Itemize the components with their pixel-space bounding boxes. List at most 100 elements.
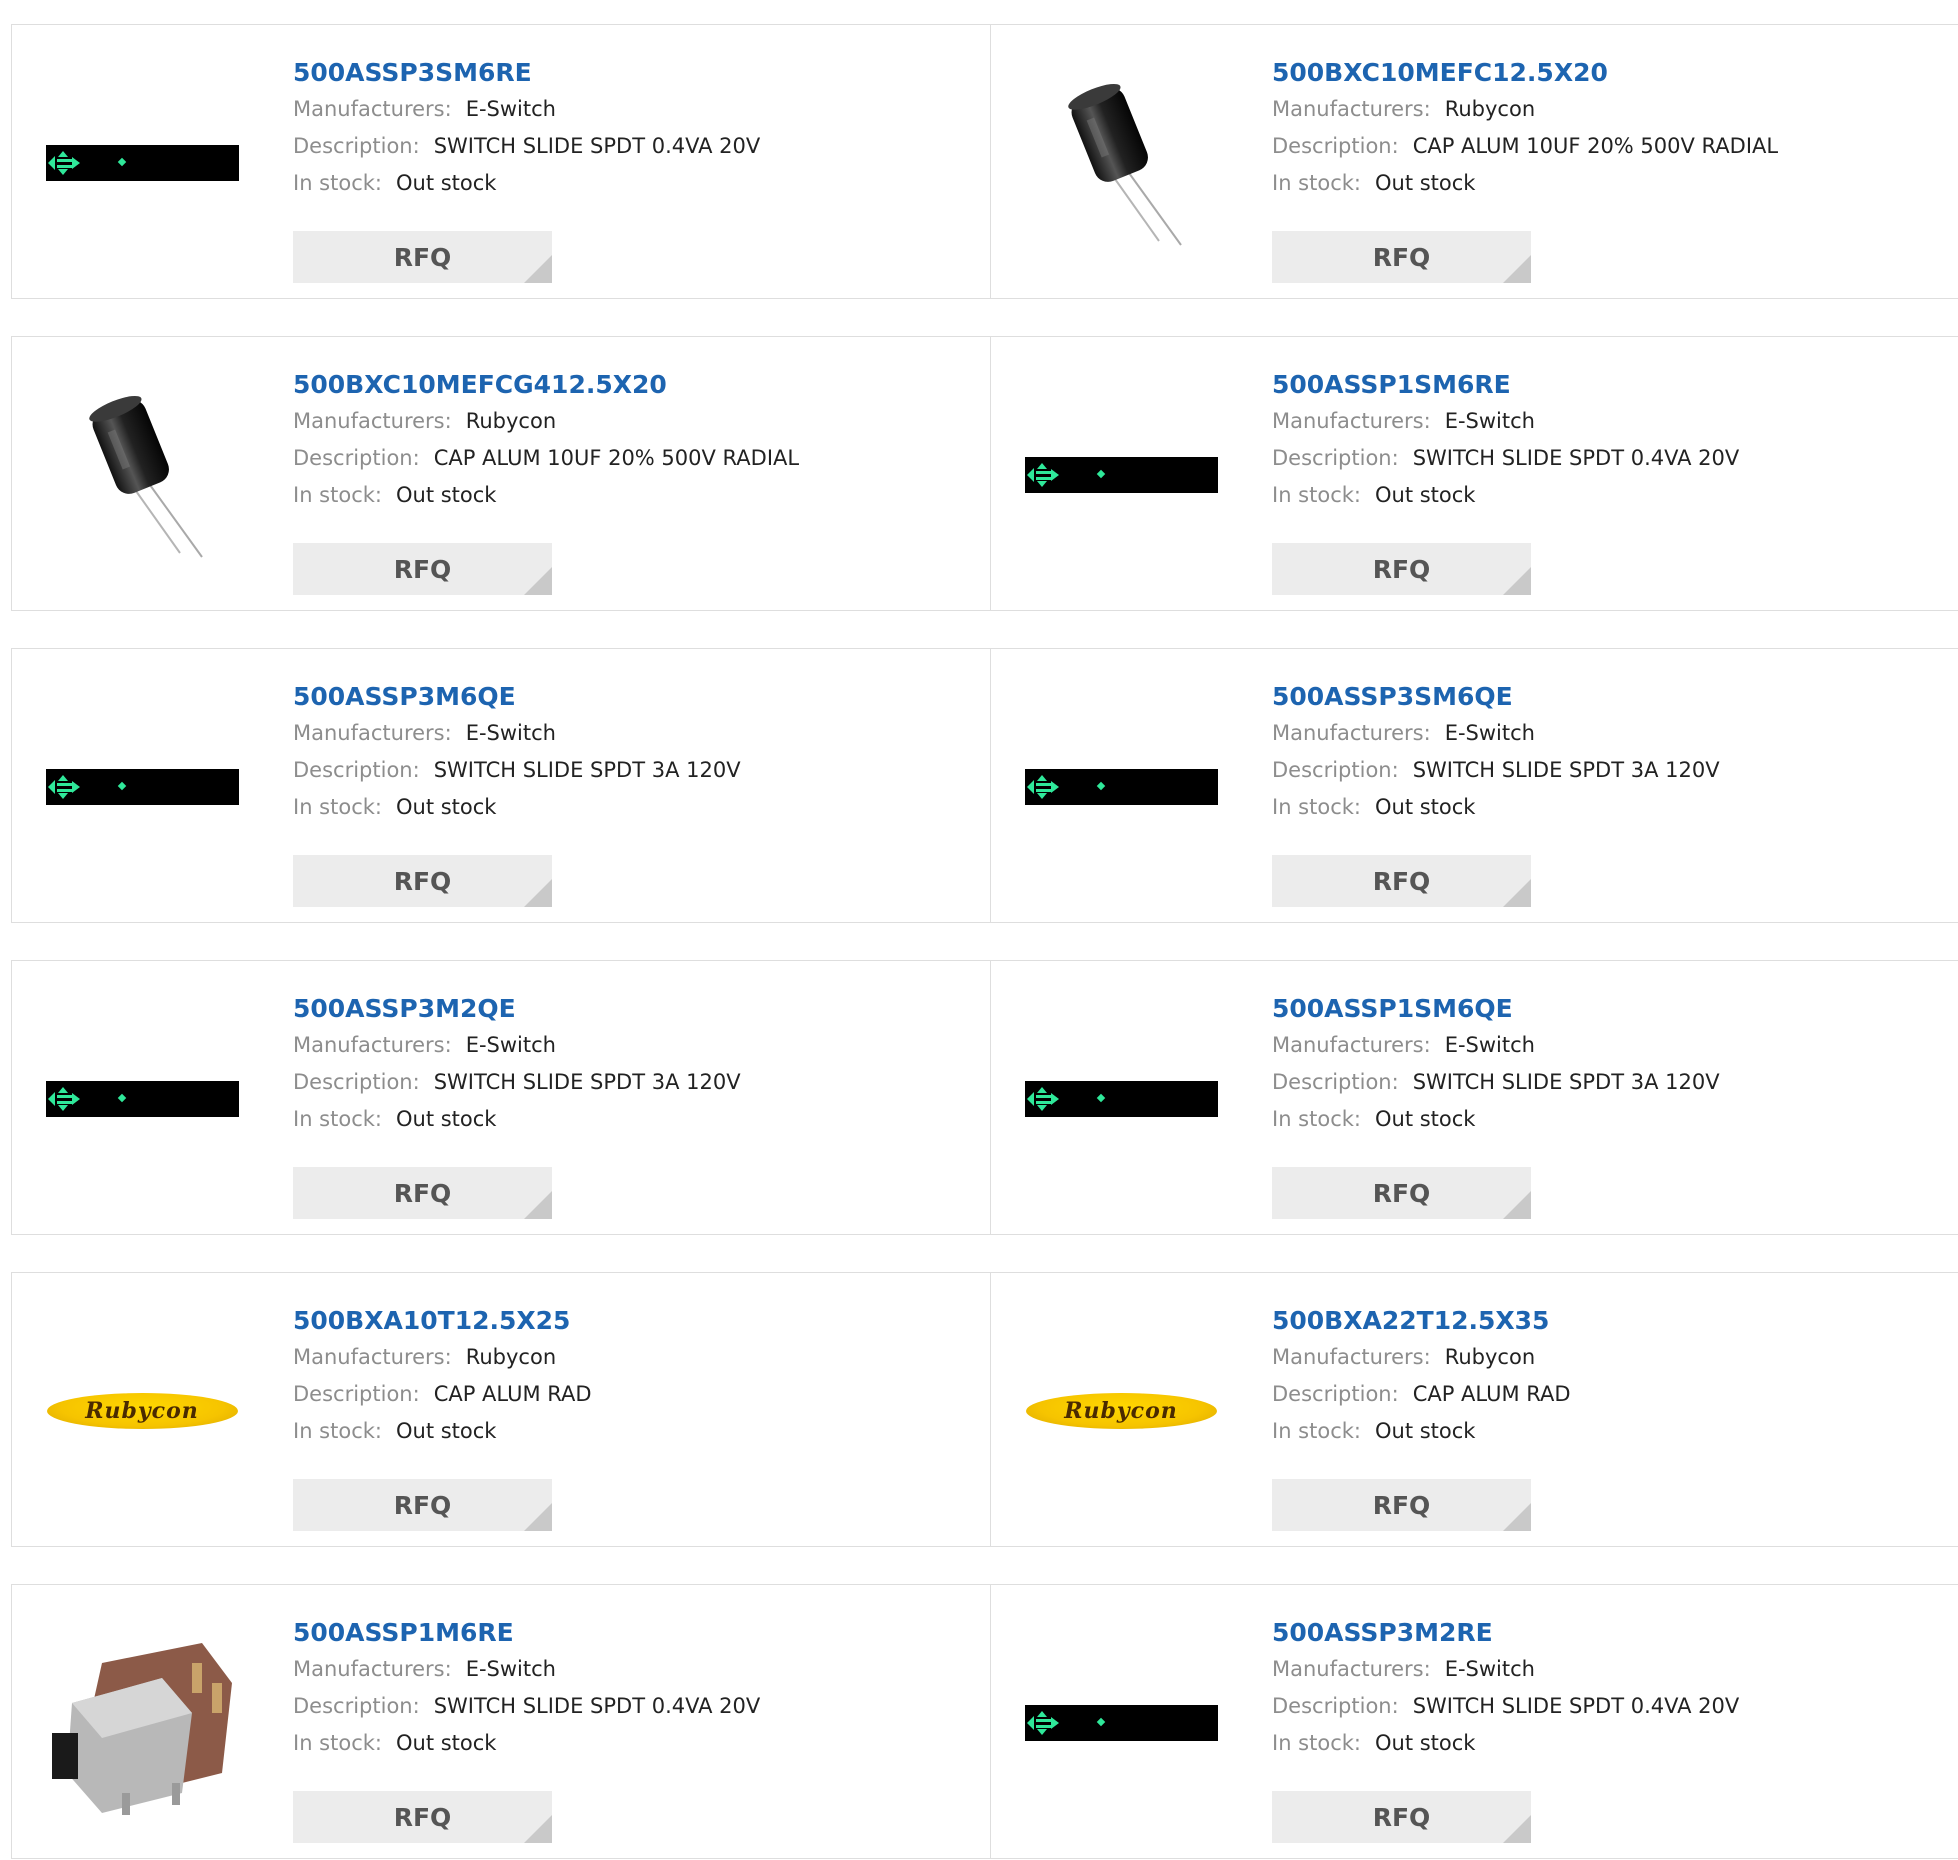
product-card: 500ASSP1SM6RE Manufacturers: E-Switch Descr… [991,337,1958,612]
description-line: Description: CAP ALUM RAD [1272,1376,1952,1413]
rfq-label: RFQ [1372,1802,1431,1832]
manufacturer-line: Manufacturers: Rubycon [293,403,973,440]
manufacturer-value: E-Switch [1444,721,1535,745]
part-number-link[interactable]: 500ASSP3M2RE [1272,1615,1952,1651]
part-number-link[interactable]: 500ASSP3SM6RE [293,55,973,91]
product-thumbnail[interactable] [1021,687,1221,887]
stock-status-value: Out stock [1374,1731,1476,1755]
description-label: Description: [293,1382,420,1406]
capacitor-image [1068,83,1182,246]
manufacturer-value: Rubycon [465,1345,557,1369]
rfq-button[interactable]: RFQ [1272,855,1531,907]
stock-status-label: In stock: [293,483,382,507]
slide-arrow-icon [47,775,80,799]
rfq-label: RFQ [1372,242,1431,272]
part-number-link[interactable]: 500ASSP1SM6RE [1272,367,1952,403]
rfq-button[interactable]: RFQ [293,1479,552,1531]
product-row: 500ASSP1M6RE Manufacturers: E-Switch Descri… [11,1584,1958,1859]
part-number-link[interactable]: 500BXA10T12.5X25 [293,1303,973,1339]
product-thumbnail[interactable] [1021,1623,1221,1823]
stock-status-line: In stock: Out stock [293,1413,973,1450]
stock-status-value: Out stock [395,795,497,819]
rfq-button[interactable]: RFQ [293,231,552,283]
product-thumbnail[interactable]: Rubycon [1021,1311,1221,1511]
stock-status-label: In stock: [293,171,382,195]
rfq-button[interactable]: RFQ [293,543,552,595]
product-thumbnail[interactable] [42,999,242,1199]
manufacturer-line: Manufacturers: E-Switch [1272,1027,1952,1064]
slide-arrow-icon [1026,1087,1059,1111]
rfq-button[interactable]: RFQ [1272,1479,1531,1531]
corner-triangle-icon [524,1191,552,1219]
rfq-button[interactable]: RFQ [1272,1167,1531,1219]
manufacturer-line: Manufacturers: E-Switch [293,1651,973,1688]
product-thumbnail[interactable] [42,687,242,887]
description-line: Description: SWITCH SLIDE SPDT 3A 120V [1272,752,1952,789]
product-row: 500ASSP3M6QE Manufacturers: E-Switch Descri… [11,648,1958,923]
product-thumbnail[interactable] [42,1623,242,1823]
corner-triangle-icon [1503,1191,1531,1219]
description-label: Description: [1272,1694,1399,1718]
slide-arrow-icon [1026,775,1059,799]
stock-status-value: Out stock [395,1419,497,1443]
product-thumbnail[interactable] [1021,375,1221,575]
rfq-button[interactable]: RFQ [293,1167,552,1219]
manufacturer-line: Manufacturers: Rubycon [1272,1339,1952,1376]
switch-strip-image [1024,1705,1218,1741]
product-thumbnail[interactable]: Rubycon [42,1311,242,1511]
part-number-link[interactable]: 500BXC10MEFCG412.5X20 [293,367,973,403]
product-row: 500ASSP3M2QE Manufacturers: E-Switch Descri… [11,960,1958,1235]
rubycon-logo: Rubycon [1025,1393,1217,1429]
stock-status-line: In stock: Out stock [1272,165,1952,202]
manufacturer-value: E-Switch [1444,1657,1535,1681]
stock-status-line: In stock: Out stock [293,165,973,202]
stock-status-line: In stock: Out stock [1272,1725,1952,1762]
manufacturer-line: Manufacturers: Rubycon [1272,91,1952,128]
rfq-button[interactable]: RFQ [293,1791,552,1843]
description-value: SWITCH SLIDE SPDT 3A 120V [1412,758,1720,782]
part-number-link[interactable]: 500ASSP3M2QE [293,991,973,1027]
rfq-button[interactable]: RFQ [1272,1791,1531,1843]
switch-strip-image [45,769,239,805]
stock-status-label: In stock: [293,1107,382,1131]
product-thumbnail[interactable] [42,63,242,263]
rfq-button[interactable]: RFQ [1272,543,1531,595]
manufacturer-value: E-Switch [465,1657,556,1681]
part-number-link[interactable]: 500BXA22T12.5X35 [1272,1303,1952,1339]
description-value: SWITCH SLIDE SPDT 0.4VA 20V [433,1694,761,1718]
rfq-label: RFQ [393,1490,452,1520]
product-info: 500ASSP1SM6QE Manufacturers: E-Switch Descr… [1272,991,1952,1138]
corner-triangle-icon [524,1503,552,1531]
rfq-button[interactable]: RFQ [293,855,552,907]
stock-status-line: In stock: Out stock [293,1725,973,1762]
corner-triangle-icon [524,879,552,907]
manufacturer-label: Manufacturers: [1272,97,1431,121]
product-info: 500BXA22T12.5X35 Manufacturers: Rubycon Des… [1272,1303,1952,1450]
product-thumbnail[interactable] [1021,63,1221,263]
manufacturer-label: Manufacturers: [1272,1657,1431,1681]
part-number-link[interactable]: 500ASSP1M6RE [293,1615,973,1651]
part-number-link[interactable]: 500BXC10MEFC12.5X20 [1272,55,1952,91]
switch-strip-image [1024,457,1218,493]
description-label: Description: [1272,758,1399,782]
product-thumbnail[interactable] [1021,999,1221,1199]
part-number-link[interactable]: 500ASSP1SM6QE [1272,991,1952,1027]
manufacturer-value: E-Switch [1444,1033,1535,1057]
manufacturer-label: Manufacturers: [1272,409,1431,433]
description-line: Description: SWITCH SLIDE SPDT 3A 120V [1272,1064,1952,1101]
slide-arrow-icon [47,1087,80,1111]
product-card: 500ASSP3M6QE Manufacturers: E-Switch Descri… [12,649,990,924]
corner-triangle-icon [524,255,552,283]
capacitor-image [89,395,203,558]
manufacturer-label: Manufacturers: [1272,1345,1431,1369]
product-row: Rubycon 500BXA10T12.5X25 Manufacturers: Rub… [11,1272,1958,1547]
indicator-dot-icon [117,1093,126,1103]
stock-status-label: In stock: [293,1731,382,1755]
part-number-link[interactable]: 500ASSP3SM6QE [1272,679,1952,715]
description-line: Description: SWITCH SLIDE SPDT 0.4VA 20V [293,128,973,165]
manufacturer-value: Rubycon [465,409,557,433]
product-thumbnail[interactable] [42,375,242,575]
indicator-dot-icon [1096,469,1105,479]
part-number-link[interactable]: 500ASSP3M6QE [293,679,973,715]
rfq-button[interactable]: RFQ [1272,231,1531,283]
